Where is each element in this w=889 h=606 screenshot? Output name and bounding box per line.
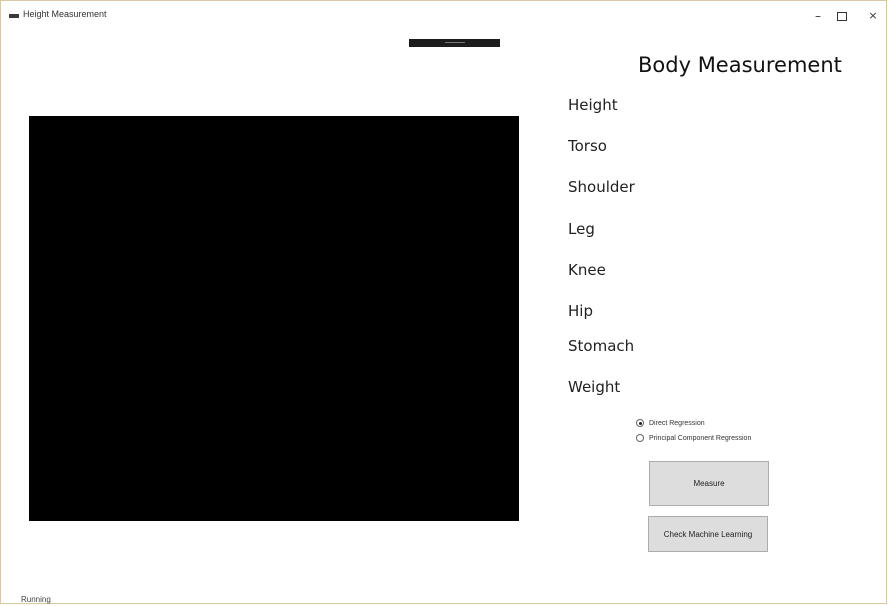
hip-label: Hip bbox=[568, 302, 593, 320]
knee-label: Knee bbox=[568, 261, 606, 279]
radio-label: Direct Regression bbox=[649, 419, 705, 427]
shoulder-label: Shoulder bbox=[568, 178, 635, 196]
height-label: Height bbox=[568, 96, 618, 114]
radio-label: Principal Component Regression bbox=[649, 434, 752, 442]
check-machine-learning-button[interactable]: Check Machine Learning bbox=[648, 516, 768, 552]
window-title: Height Measurement bbox=[23, 9, 107, 19]
maximize-button[interactable] bbox=[831, 7, 853, 25]
stomach-label: Stomach bbox=[568, 337, 635, 355]
camera-view bbox=[29, 116, 519, 521]
torso-label: Torso bbox=[568, 137, 607, 155]
maximize-icon bbox=[837, 12, 847, 21]
minimize-button[interactable]: – bbox=[807, 7, 829, 25]
leg-label: Leg bbox=[568, 220, 595, 238]
radio-direct-regression[interactable]: Direct Regression bbox=[636, 419, 705, 427]
radio-button-checked[interactable] bbox=[636, 419, 644, 427]
status-text: Running bbox=[21, 595, 51, 604]
title-bar[interactable]: Height Measurement – × bbox=[1, 1, 886, 31]
app-icon bbox=[9, 14, 19, 18]
radio-principal-component-regression[interactable]: Principal Component Regression bbox=[636, 434, 751, 442]
close-button[interactable]: × bbox=[862, 7, 884, 25]
radio-button[interactable] bbox=[636, 434, 644, 442]
measure-button[interactable]: Measure bbox=[649, 461, 769, 506]
sensor-status-bar bbox=[409, 39, 500, 47]
weight-label: Weight bbox=[568, 378, 621, 396]
panel-title: Body Measurement bbox=[638, 53, 842, 77]
app-window: Height Measurement – × Body Measurement … bbox=[0, 0, 887, 604]
